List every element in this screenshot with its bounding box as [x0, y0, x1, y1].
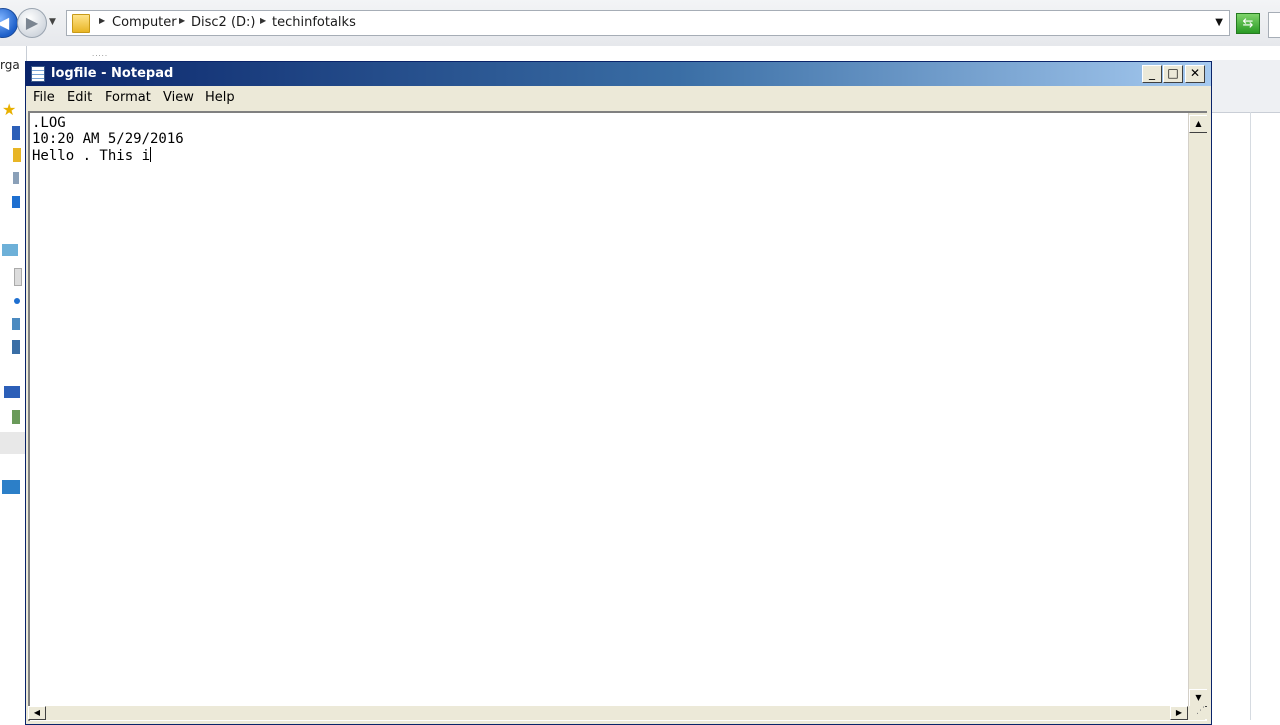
back-button[interactable]: ◀	[0, 8, 18, 38]
text-line: .LOG	[32, 115, 66, 131]
minimize-button[interactable]: _	[1142, 65, 1162, 83]
libraries-icon[interactable]	[2, 244, 18, 256]
address-dropdown-icon[interactable]: ▼	[1215, 17, 1223, 28]
menu-bar: File Edit Format View Help	[26, 86, 1211, 110]
text-editor[interactable]: .LOG 10:20 AM 5/29/2016 Hello . This i ▲…	[28, 111, 1207, 721]
recent-pages-dropdown[interactable]: ▼	[49, 17, 56, 27]
vertical-scrollbar[interactable]: ▲ ▼	[1188, 113, 1207, 719]
refresh-button[interactable]: ⇆	[1236, 13, 1260, 34]
scroll-up-button[interactable]: ▲	[1189, 115, 1207, 133]
dropbox-icon[interactable]	[12, 196, 20, 208]
breadcrumb-drive[interactable]: Disc2 (D:)	[191, 15, 255, 30]
scroll-right-button[interactable]: ▶	[1170, 706, 1188, 720]
breadcrumb-folder[interactable]: techinfotalks	[272, 15, 356, 30]
forward-arrow-icon: ▶	[25, 13, 39, 32]
document-text[interactable]: .LOG 10:20 AM 5/29/2016 Hello . This i	[32, 115, 184, 164]
network-icon[interactable]	[2, 480, 20, 494]
text-caret	[150, 147, 152, 162]
text-line: 10:20 AM 5/29/2016	[32, 131, 184, 147]
resize-dots: .....	[92, 50, 109, 58]
explorer-column-divider	[1250, 112, 1251, 720]
current-line-text: Hello . This i	[32, 148, 151, 164]
menu-edit[interactable]: Edit	[67, 90, 92, 105]
menu-file[interactable]: File	[33, 90, 55, 105]
breadcrumb-arrow-icon[interactable]: ▶	[260, 16, 266, 25]
breadcrumb-arrow-icon[interactable]: ▶	[99, 16, 105, 25]
selected-drive-item[interactable]	[0, 432, 26, 454]
favorites-star-icon[interactable]: ★	[2, 100, 16, 119]
local-disk-icon[interactable]	[12, 410, 20, 424]
explorer-toolbar-sliver	[1212, 60, 1280, 113]
explorer-navigation-bar: ◀ ▶ ▼ ▶ Computer ▶ Disc2 (D:) ▶ techinfo…	[0, 0, 1280, 46]
refresh-icon: ⇆	[1242, 16, 1254, 31]
horizontal-scrollbar[interactable]: ◀ ▶	[28, 706, 1188, 720]
up-arrow-icon: ▲	[1195, 119, 1202, 128]
music-icon[interactable]	[14, 298, 20, 304]
organize-menu-label[interactable]: rga	[0, 58, 20, 72]
text-line-current: Hello . This i	[32, 147, 184, 164]
address-bar[interactable]: ▶ Computer ▶ Disc2 (D:) ▶ techinfotalks …	[66, 10, 1230, 36]
computer-icon[interactable]	[4, 386, 20, 398]
left-arrow-icon: ◀	[33, 708, 41, 717]
close-button[interactable]: ✕	[1185, 65, 1205, 83]
breadcrumb-arrow-icon[interactable]: ▶	[179, 16, 185, 25]
folder-icon	[72, 14, 90, 33]
forward-button[interactable]: ▶	[17, 8, 47, 38]
recent-places-icon[interactable]	[13, 172, 19, 184]
window-title: logfile - Notepad	[51, 66, 174, 81]
right-arrow-icon: ▶	[1175, 708, 1183, 717]
menu-format[interactable]: Format	[105, 90, 151, 105]
notepad-icon[interactable]	[31, 66, 45, 82]
maximize-button[interactable]: □	[1163, 65, 1183, 83]
menu-help[interactable]: Help	[205, 90, 235, 105]
down-arrow-icon: ▼	[1195, 693, 1202, 702]
scroll-left-button[interactable]: ◀	[28, 706, 46, 720]
scroll-down-button[interactable]: ▼	[1189, 689, 1207, 707]
videos-icon[interactable]	[12, 340, 20, 354]
breadcrumb-computer[interactable]: Computer	[112, 15, 177, 30]
documents-icon[interactable]	[14, 268, 22, 286]
menu-view[interactable]: View	[163, 90, 194, 105]
resize-grip-icon[interactable]: ⋰	[1188, 706, 1205, 720]
pictures-icon[interactable]	[12, 318, 20, 330]
title-bar[interactable]: logfile - Notepad _ □ ✕	[26, 62, 1211, 86]
notepad-window: logfile - Notepad _ □ ✕ File Edit Format…	[25, 61, 1212, 725]
back-arrow-icon: ◀	[0, 13, 10, 32]
explorer-navigation-pane: rga ★	[0, 46, 27, 720]
search-box[interactable]	[1268, 12, 1280, 38]
desktop-icon[interactable]	[12, 126, 20, 140]
downloads-icon[interactable]	[13, 148, 21, 162]
